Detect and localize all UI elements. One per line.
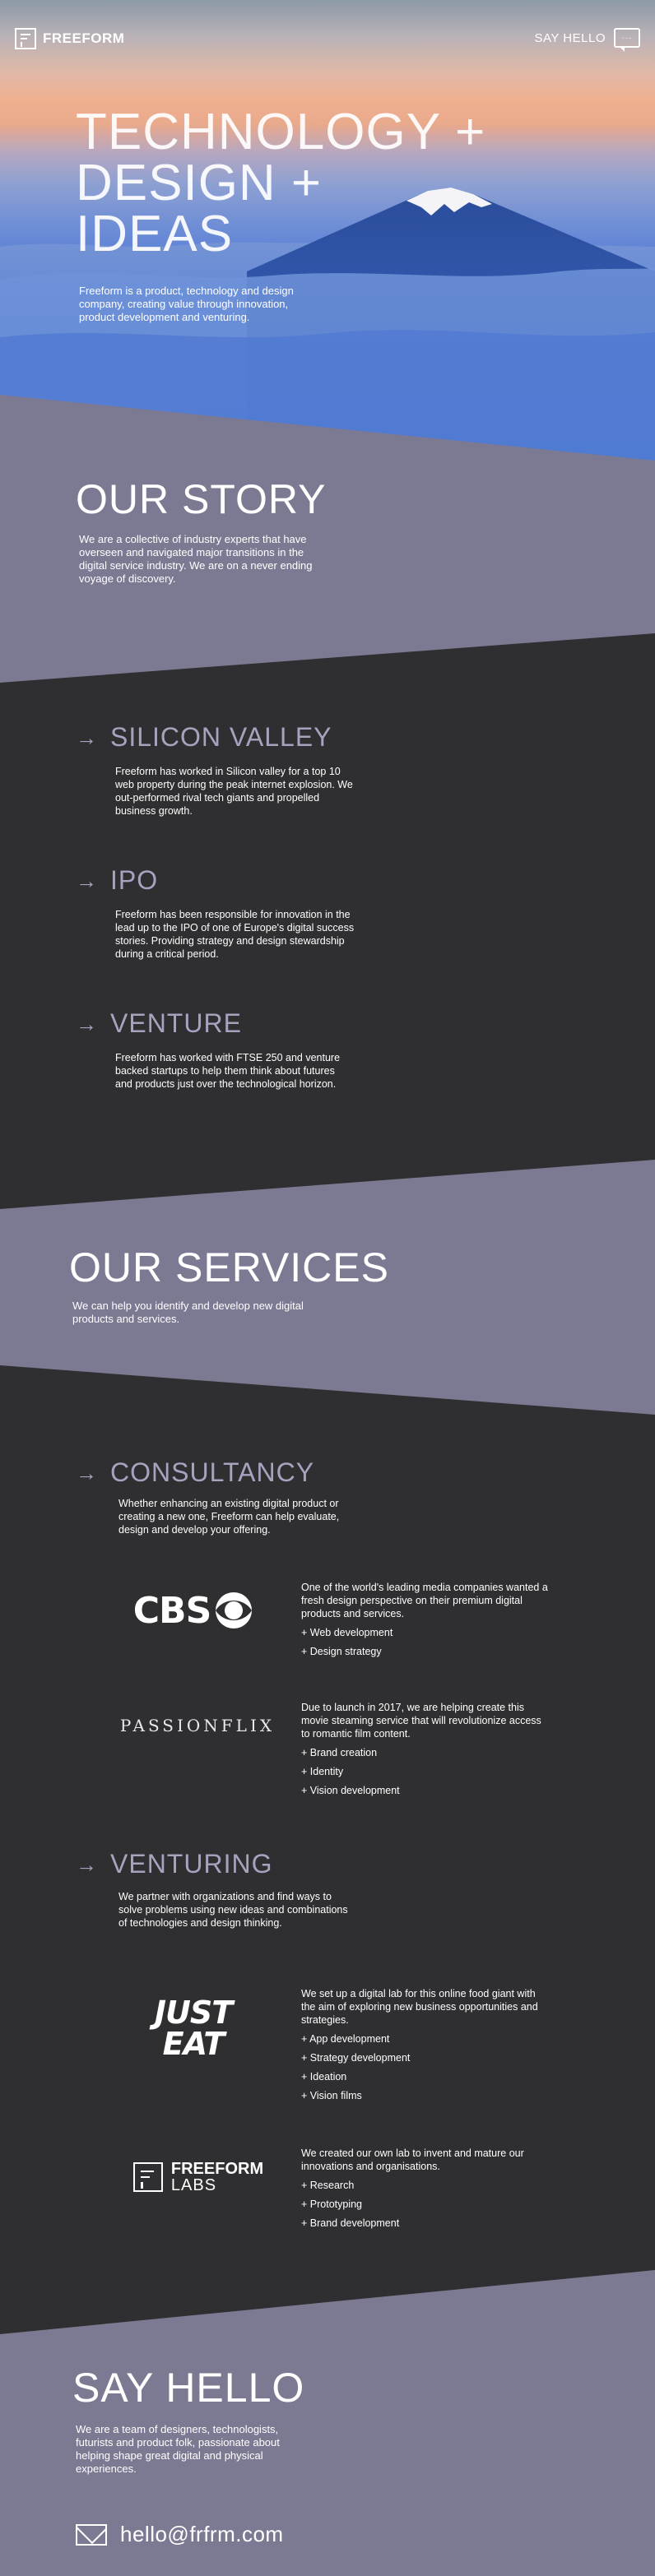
story-item-ipo: → IPO	[76, 865, 158, 896]
consultancy-heading: → CONSULTANCY	[76, 1457, 314, 1488]
freeform-logo-icon	[15, 28, 36, 49]
story-item-silicon-valley: → SILICON VALLEY	[76, 722, 332, 753]
story-item-text: Freeform has worked in Silicon valley fo…	[115, 766, 353, 817]
envelope-icon	[76, 2523, 107, 2546]
client-bullet: + Identity	[301, 1766, 344, 1777]
hero-title-line: DESIGN +	[76, 155, 323, 211]
freeform-labs-description: We created our own lab to invent and mat…	[301, 2147, 540, 2230]
client-intro: We set up a digital lab for this online …	[301, 1988, 538, 2026]
passionflix-logo-text: PASSIONFLIX	[119, 1716, 276, 1735]
venturing-heading: → VENTURING	[76, 1849, 272, 1879]
email-address: hello@frfrm.com	[120, 2522, 284, 2546]
chat-bubble-icon: ···	[614, 28, 640, 52]
story-item-title: VENTURE	[110, 1008, 242, 1038]
client-bullet: + Web development	[301, 1627, 393, 1638]
freeform-labs-logo-line: FREEFORM	[170, 2160, 264, 2178]
our-services-section	[0, 1160, 655, 1415]
hero-title: TECHNOLOGY + DESIGN + IDEAS	[76, 107, 569, 260]
hero-section: FREEFORM SAY HELLO ··· TECHNOLOGY + DESI…	[0, 0, 655, 461]
passionflix-logo: PASSIONFLIX	[107, 1711, 288, 1740]
email-link[interactable]: hello@frfrm.com	[76, 2522, 284, 2547]
client-intro: We created our own lab to invent and mat…	[301, 2147, 524, 2172]
client-bullet: + Prototyping	[301, 2198, 363, 2210]
client-intro: One of the world's leading media compani…	[301, 1582, 548, 1619]
just-eat-logo: JUST EAT	[140, 1994, 247, 2063]
client-bullet: + Vision development	[301, 1785, 400, 1796]
story-item-text: Freeform has been responsible for innova…	[115, 909, 355, 960]
venturing-title: VENTURING	[110, 1849, 273, 1879]
client-bullets: + App development + Strategy development…	[301, 2032, 548, 2102]
arrow-right-icon: →	[76, 1851, 97, 1877]
client-bullet: + Design strategy	[301, 1646, 382, 1657]
client-bullet: + Brand development	[301, 2217, 400, 2229]
our-services-text: We can help you identify and develop new…	[72, 1300, 304, 1325]
arrow-right-icon: →	[76, 1011, 97, 1036]
page: FREEFORM SAY HELLO ··· TECHNOLOGY + DESI…	[0, 0, 655, 2576]
arrow-right-icon: →	[76, 1460, 97, 1485]
arrow-right-icon: →	[76, 725, 97, 750]
hero-title-line: IDEAS	[76, 206, 234, 262]
our-services-title: OUR SERVICES	[69, 1244, 389, 1290]
arrow-right-icon: →	[76, 868, 97, 893]
freeform-logo[interactable]: FREEFORM	[15, 28, 124, 49]
story-item-venture: → VENTURE	[76, 1008, 242, 1039]
say-hello-title: SAY HELLO	[72, 2365, 305, 2411]
our-story-title: OUR STORY	[76, 476, 327, 522]
freeform-labs-logo-line: LABS	[170, 2176, 217, 2194]
logo-text: FREEFORM	[43, 30, 125, 46]
consultancy-title: CONSULTANCY	[110, 1457, 315, 1487]
client-bullet: + Strategy development	[301, 2052, 411, 2064]
say-hello-label: SAY HELLO	[534, 30, 606, 45]
say-hello-nav-link[interactable]: SAY HELLO ···	[534, 28, 640, 52]
freeform-labs-logo: FREEFORM LABS	[128, 2158, 268, 2196]
venturing-text: We partner with organizations and find w…	[118, 1891, 348, 1929]
client-bullets: + Brand creation + Identity + Vision dev…	[301, 1746, 548, 1797]
freeform-labs-wordmark: FREEFORM LABS	[171, 2161, 263, 2194]
client-bullet: + Research	[301, 2180, 355, 2191]
client-bullets: + Research + Prototyping + Brand develop…	[301, 2179, 540, 2230]
client-bullet: + Ideation	[301, 2071, 347, 2083]
our-story-text: We are a collective of industry experts …	[79, 533, 313, 585]
consultancy-text: Whether enhancing an existing digital pr…	[118, 1498, 340, 1536]
cbs-logo-text: CBS	[132, 1589, 212, 1632]
client-bullets: + Web development + Design strategy	[301, 1626, 548, 1658]
say-hello-text: We are a team of designers, technologist…	[76, 2423, 280, 2475]
story-item-text: Freeform has worked with FTSE 250 and ve…	[115, 1052, 341, 1090]
client-bullet: + App development	[301, 2033, 390, 2045]
passionflix-description: Due to launch in 2017, we are helping cr…	[301, 1701, 548, 1797]
hero-text: Freeform is a product, technology and de…	[79, 285, 294, 323]
client-intro: Due to launch in 2017, we are helping cr…	[301, 1702, 541, 1740]
just-eat-logo-line: JUST	[154, 1995, 233, 2031]
just-eat-description: We set up a digital lab for this online …	[301, 1987, 548, 2102]
client-bullet: + Vision films	[301, 2090, 362, 2101]
story-item-title: SILICON VALLEY	[110, 722, 332, 752]
just-eat-logo-line: EAT	[162, 2026, 225, 2062]
cbs-description: One of the world's leading media compani…	[301, 1581, 548, 1658]
story-item-title: IPO	[110, 865, 159, 895]
client-bullet: + Brand creation	[301, 1747, 378, 1758]
hero-title-line: TECHNOLOGY +	[76, 104, 486, 160]
cbs-logo: CBS	[123, 1587, 263, 1633]
freeform-labs-logo-icon	[132, 2162, 163, 2192]
cbs-eye-icon	[216, 1592, 253, 1629]
